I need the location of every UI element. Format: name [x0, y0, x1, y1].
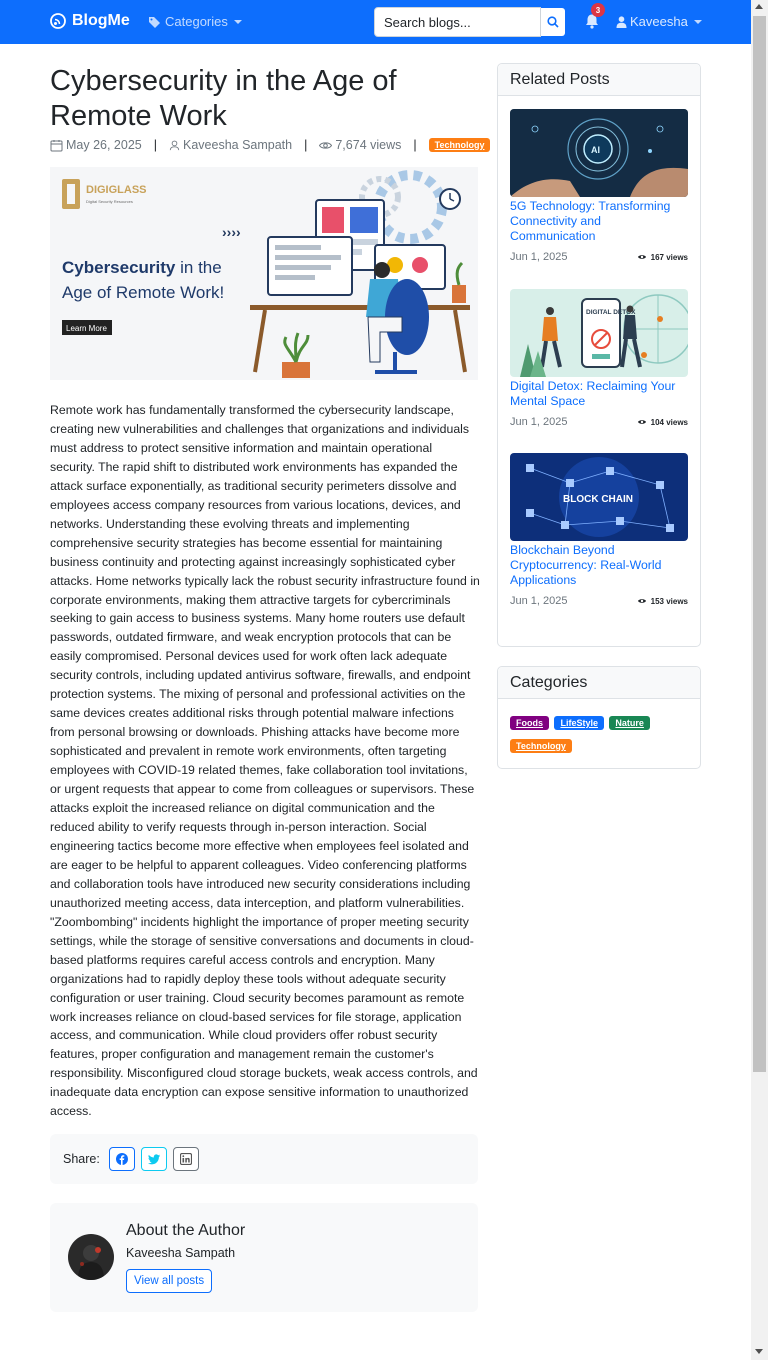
tags-icon [149, 16, 160, 28]
related-post-meta: Jun 1, 2025 104 views [510, 416, 688, 428]
top-navbar: BlogMe Categories 3 Kaveesha [0, 0, 751, 44]
author-name: Kaveesha Sampath [126, 1246, 236, 1260]
categories-dropdown[interactable]: Categories [148, 14, 242, 29]
related-post-views: 153 views [637, 597, 688, 606]
post-views: 7,674 views [335, 138, 402, 152]
facebook-icon [115, 1153, 128, 1165]
share-label: Share: [63, 1152, 100, 1166]
search-input[interactable] [374, 7, 541, 37]
eye-icon [319, 141, 333, 149]
related-post-image[interactable]: BLOCK CHAIN [510, 453, 688, 541]
brand-name: BlogMe [72, 12, 130, 29]
related-post-item[interactable]: AI 5G Technology: Transforming Connectiv… [510, 109, 688, 263]
meta-divider: | [413, 138, 417, 152]
user-icon [169, 140, 180, 150]
related-post-item[interactable]: BLOCK CHAIN Blockchain Beyond Cryptocurr… [510, 453, 688, 607]
share-box: Share: [50, 1134, 478, 1184]
chevron-down-icon [233, 19, 242, 24]
eye-icon [637, 599, 646, 603]
chevron-down-icon [693, 19, 702, 24]
detox-thumbnail: DIGITAL DETOX [510, 289, 688, 377]
categories-list: Foods LifeStyle Nature Technology [498, 699, 700, 759]
user-menu[interactable]: Kaveesha [616, 14, 702, 29]
brand-link[interactable]: BlogMe [50, 12, 130, 30]
related-post-views: 167 views [637, 253, 688, 262]
post-body: Remote work has fundamentally transforme… [50, 403, 480, 1119]
view-all-posts-button[interactable]: View all posts [126, 1269, 213, 1293]
categories-card: Categories Foods LifeStyle Nature Techno… [497, 666, 701, 769]
post-title: Cybersecurity in the Age of Remote Work [50, 65, 397, 132]
meta-divider: | [304, 138, 308, 152]
related-post-title[interactable]: Blockchain Beyond Cryptocurrency: Real-W… [510, 543, 688, 588]
related-posts-heading: Related Posts [498, 64, 700, 96]
thumb-ai-text: AI [591, 145, 600, 155]
post-category-badge[interactable]: Technology [428, 138, 491, 152]
linkedin-share-button[interactable] [172, 1147, 199, 1171]
tech-thumbnail: AI [510, 109, 688, 197]
related-post-date: Jun 1, 2025 [510, 251, 568, 263]
related-post-title[interactable]: Digital Detox: Reclaiming Your Mental Sp… [510, 379, 688, 409]
arrows-icon: ›››› [222, 224, 241, 240]
facebook-share-button[interactable] [108, 1147, 135, 1171]
related-post-date: Jun 1, 2025 [510, 416, 568, 428]
meta-divider: | [153, 138, 157, 152]
related-post-meta: Jun 1, 2025 153 views [510, 595, 688, 607]
search-form [374, 7, 566, 37]
hero-logo-sub: Digital Security Resources [86, 199, 133, 204]
hero-heading-line2: Age of Remote Work! [62, 283, 224, 302]
eye-icon [637, 420, 646, 424]
hero-illustration: DIGIGLASS Digital Security Resources ›››… [50, 167, 478, 380]
related-post-date: Jun 1, 2025 [510, 595, 568, 607]
post-meta: May 26, 2025 | Kaveesha Sampath | 7,674 … [50, 138, 491, 152]
related-post-image[interactable]: AI [510, 109, 688, 197]
notification-badge: 3 [591, 3, 605, 17]
related-post-image[interactable]: DIGITAL DETOX [510, 289, 688, 377]
scroll-up-arrow[interactable] [755, 4, 763, 9]
thumb-blockchain-text: BLOCK CHAIN [563, 494, 633, 505]
post-date: May 26, 2025 [66, 138, 142, 152]
hero-heading: Cybersecurity in the [62, 258, 222, 277]
search-icon [547, 16, 559, 28]
username: Kaveesha [630, 14, 688, 29]
user-icon [616, 15, 627, 28]
scroll-down-arrow[interactable] [755, 1349, 763, 1354]
hero-image: DIGIGLASS Digital Security Resources ›››… [50, 167, 478, 380]
category-badge-nature[interactable]: Nature [609, 716, 650, 730]
blockchain-thumbnail: BLOCK CHAIN [510, 453, 688, 541]
hero-logo: DIGIGLASS [86, 184, 147, 196]
twitter-icon [147, 1154, 160, 1165]
related-post-views: 104 views [637, 418, 688, 427]
categories-label: Categories [165, 14, 228, 29]
twitter-share-button[interactable] [140, 1147, 167, 1171]
categories-heading: Categories [498, 667, 700, 699]
author-avatar [68, 1234, 114, 1280]
calendar-icon [50, 139, 63, 151]
category-badge-foods[interactable]: Foods [510, 716, 549, 730]
hero-learn-more: Learn More [66, 324, 107, 333]
related-post-item[interactable]: DIGITAL DETOX Digital Detox: Reclaiming … [510, 289, 688, 428]
page-scrollbar[interactable] [751, 0, 768, 1360]
related-post-meta: Jun 1, 2025 167 views [510, 251, 688, 263]
post-author: Kaveesha Sampath [183, 138, 293, 152]
author-heading: About the Author [126, 1222, 246, 1239]
scroll-thumb[interactable] [753, 16, 766, 1072]
blog-logo-icon [50, 13, 66, 29]
related-post-title[interactable]: 5G Technology: Transforming Connectivity… [510, 199, 688, 244]
eye-icon [637, 255, 646, 259]
category-badge-lifestyle[interactable]: LifeStyle [554, 716, 604, 730]
search-button[interactable] [541, 7, 566, 37]
author-box: About the Author Kaveesha Sampath View a… [50, 1203, 478, 1312]
linkedin-icon [179, 1153, 192, 1165]
related-posts-card: Related Posts AI 5G Technology: Transfor… [497, 63, 701, 647]
avatar-image [68, 1234, 114, 1280]
category-badge-technology[interactable]: Technology [510, 739, 572, 753]
